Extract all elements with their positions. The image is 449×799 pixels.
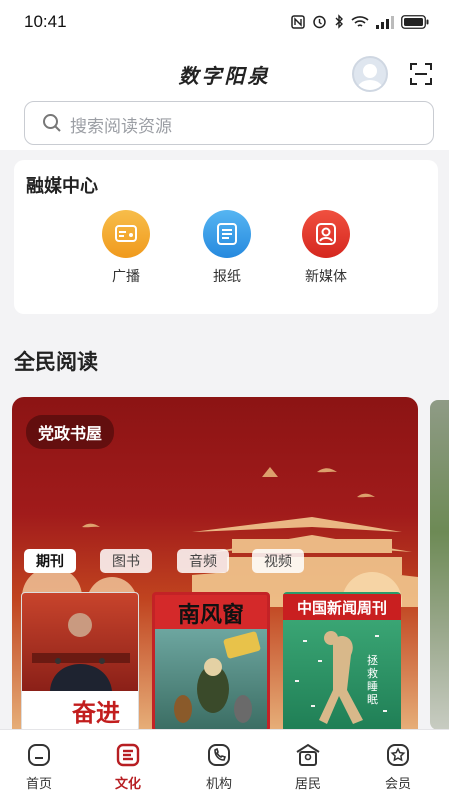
book-title: 奋进 — [72, 698, 120, 727]
banner-tag: 党政书屋 — [26, 415, 115, 449]
media-center-title: 融媒中心 — [26, 176, 98, 197]
cover-illustration — [283, 620, 401, 732]
nfc-icon — [291, 14, 305, 33]
tab-home[interactable]: 首页 — [9, 740, 69, 792]
avatar[interactable] — [352, 56, 388, 92]
status-bar: 10:41 — [0, 0, 449, 44]
media-center-card: 融媒中心 广播 报纸 新媒体 — [14, 160, 438, 314]
app-bar: 数字阳泉 — [0, 48, 449, 98]
cover-illustration — [155, 629, 267, 729]
book-title: 南风窗 — [177, 602, 244, 628]
battery-icon — [401, 14, 429, 33]
book-title: 中国新闻周刊 — [283, 594, 401, 620]
media-item-radio[interactable]: 广播 — [91, 210, 161, 286]
book-subtitle: 拯救睡眠 — [367, 654, 378, 706]
media-item-label: 报纸 — [213, 269, 241, 285]
status-time: 10:41 — [24, 12, 67, 31]
tab-label: 会员 — [384, 777, 411, 792]
tab-label: 首页 — [25, 777, 52, 792]
search-input[interactable]: 搜索阅读资源 — [24, 101, 434, 145]
tab-resident[interactable]: 居民 — [278, 740, 338, 792]
party-bookhouse-banner[interactable]: 党政书屋 期刊 图书 音频 视频 奋进 南风窗 中国新闻周刊 拯救睡眠 — [12, 397, 418, 732]
institution-icon — [204, 740, 234, 770]
new-media-icon — [302, 210, 350, 258]
chip-books[interactable]: 图书 — [100, 549, 152, 573]
signal-icon — [376, 14, 394, 33]
reading-section-title: 全民阅读 — [14, 350, 98, 374]
tab-institution[interactable]: 机构 — [189, 740, 249, 792]
wifi-icon — [351, 14, 369, 33]
tab-label: 机构 — [205, 777, 232, 792]
culture-icon — [113, 740, 143, 770]
media-item-new-media[interactable]: 新媒体 — [291, 210, 361, 286]
media-item-newspaper[interactable]: 报纸 — [192, 210, 262, 286]
search-icon — [43, 114, 61, 132]
chip-audio[interactable]: 音频 — [177, 549, 229, 573]
alarm-icon — [312, 14, 327, 33]
next-banner-peek[interactable] — [430, 400, 449, 730]
search-placeholder: 搜索阅读资源 — [70, 117, 172, 137]
book-cover-1[interactable]: 奋进 — [21, 592, 139, 732]
cover-photo — [22, 593, 138, 691]
chip-video[interactable]: 视频 — [252, 549, 304, 573]
scan-icon[interactable] — [410, 63, 432, 85]
radio-icon — [102, 210, 150, 258]
tab-label: 文化 — [114, 777, 141, 792]
gate-tower-illustration — [22, 467, 418, 607]
top-area: 10:41 数字阳泉 搜索阅读资源 — [0, 0, 449, 150]
member-icon — [383, 740, 413, 770]
book-cover-3[interactable]: 中国新闻周刊 拯救睡眠 — [283, 592, 401, 732]
status-icons — [291, 14, 429, 33]
media-item-label: 新媒体 — [305, 269, 347, 285]
chip-periodical[interactable]: 期刊 — [24, 549, 76, 573]
tab-culture[interactable]: 文化 — [98, 740, 158, 792]
book-cover-2[interactable]: 南风窗 — [152, 592, 270, 732]
bluetooth-icon — [334, 14, 344, 33]
resident-icon — [293, 740, 323, 770]
newspaper-icon — [203, 210, 251, 258]
home-icon — [24, 740, 54, 770]
tab-member[interactable]: 会员 — [368, 740, 428, 792]
tab-label: 居民 — [294, 777, 321, 792]
bottom-tab-bar: 首页 文化 机构 居民 会员 — [0, 729, 449, 799]
media-item-label: 广播 — [112, 269, 140, 285]
